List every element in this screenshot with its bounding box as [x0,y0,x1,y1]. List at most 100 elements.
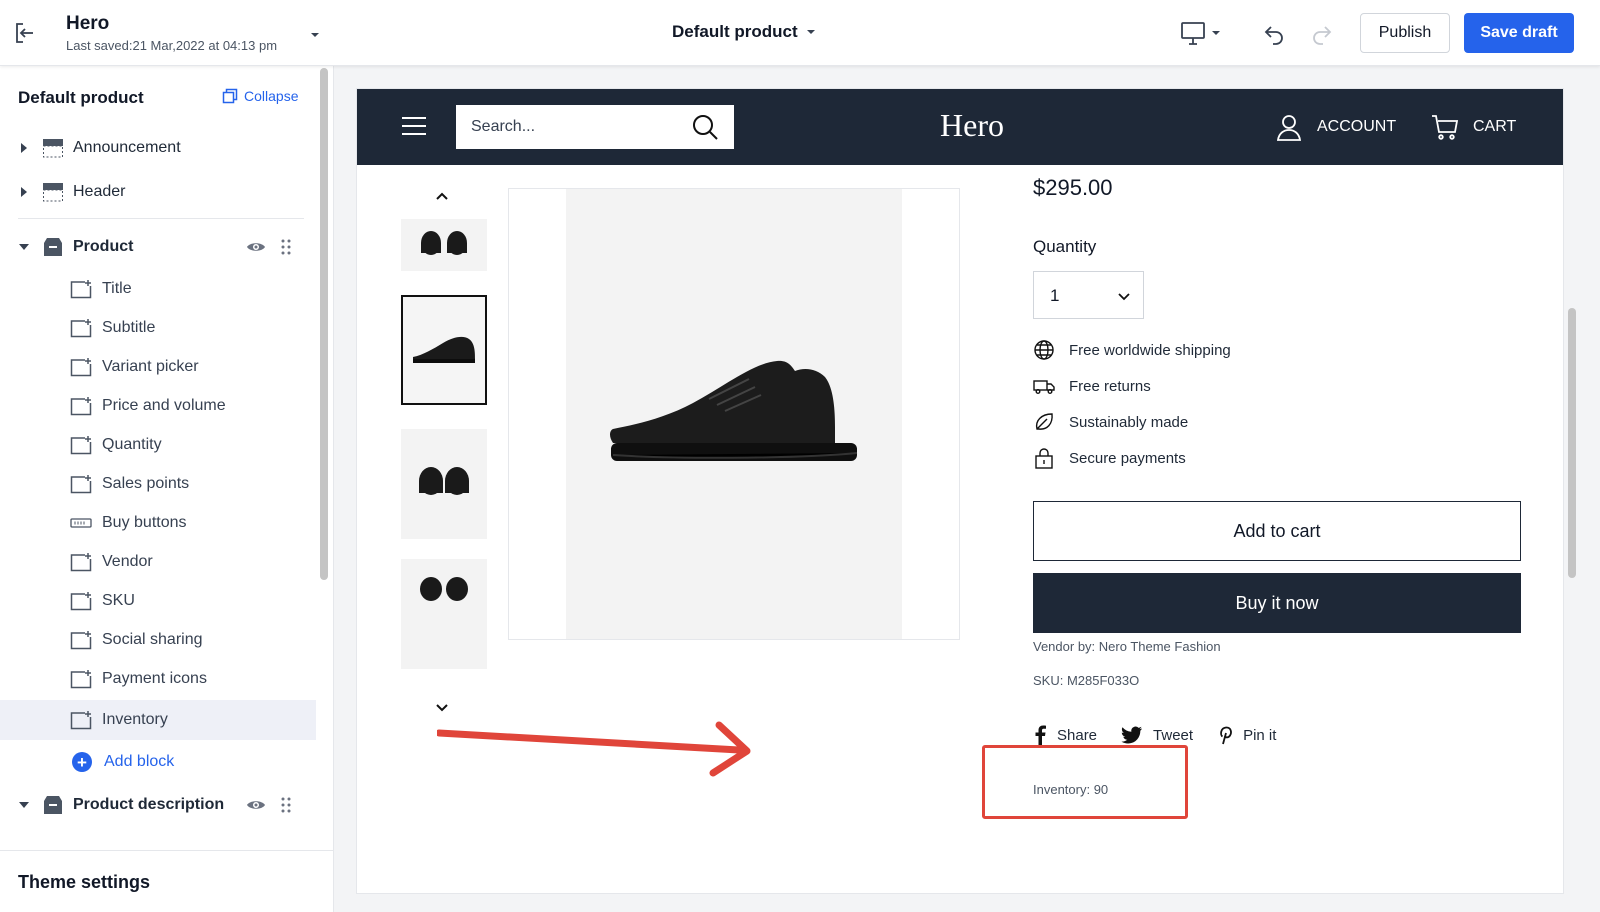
shoe-side-image [413,336,475,363]
exit-icon[interactable] [12,20,38,46]
add-to-cart-button[interactable]: Add to cart [1033,501,1521,561]
block-item-payment-icons[interactable]: Payment icons [0,659,316,699]
block-item-sku[interactable]: SKU [0,581,316,621]
divider [18,218,304,219]
section-label: Announcement [73,139,181,156]
block-item-sales-points[interactable]: Sales points [0,464,316,504]
social-sharing: Share Tweet Pin it [1033,725,1276,745]
pinterest-icon [1220,726,1232,745]
lock-icon [1035,448,1053,469]
drag-handle-icon[interactable] [280,796,292,814]
sidebar-scrollbar[interactable] [320,68,328,580]
add-block-button[interactable]: + Add block [72,752,174,772]
product-thumbnail[interactable] [401,559,487,669]
block-icon [70,319,92,338]
caret-right-icon[interactable] [18,186,30,198]
preview-scrollbar[interactable] [1568,308,1576,578]
plus-icon: + [72,752,92,772]
theme-title: Hero [66,13,110,34]
undo-icon[interactable] [1262,22,1286,46]
block-item-social-sharing[interactable]: Social sharing [0,620,316,660]
redo-icon[interactable] [1310,22,1334,46]
publish-button[interactable]: Publish [1360,13,1450,53]
sections-sidebar: Default product Collapse Announcement He… [0,66,334,912]
annotation-arrow-icon [437,721,751,777]
block-item-buy-buttons[interactable]: Buy buttons [0,503,316,543]
collapse-label: Collapse [244,88,299,104]
cart-icon [1432,115,1459,140]
product-template-select[interactable]: Default product [672,22,816,42]
eye-icon[interactable] [246,239,266,255]
desktop-view-icon[interactable] [1180,20,1228,48]
block-item-subtitle[interactable]: Subtitle [0,308,316,348]
eye-icon[interactable] [246,797,266,813]
block-label: Payment icons [102,670,207,687]
sales-point-item: Free returns [1033,375,1151,397]
account-link[interactable]: ACCOUNT [1275,113,1396,141]
block-label: Sales points [102,475,190,492]
btn-block-icon [70,518,92,528]
block-item-vendor[interactable]: Vendor [0,542,316,582]
share-pinterest-link[interactable]: Pin it [1217,725,1276,745]
chevron-down-icon[interactable] [310,30,320,40]
block-icon [70,475,92,494]
product-price: $295.00 [1033,175,1113,200]
save-draft-button[interactable]: Save draft [1464,13,1574,53]
editor-topbar: Hero Last saved:21 Mar,2022 at 04:13 pm … [0,0,1600,66]
shoe-pair-image [421,231,467,255]
block-icon [70,553,92,572]
block-item-variant-picker[interactable]: Variant picker [0,347,316,387]
block-label: Title [102,280,132,297]
drag-handle-icon[interactable] [280,238,292,256]
block-item-title[interactable]: Title [0,269,316,309]
block-icon [70,397,92,416]
sidebar-heading: Default product [18,88,144,107]
theme-settings-link[interactable]: Theme settings [18,872,150,893]
block-label: Price and volume [102,397,226,414]
thumbnail-strip [401,219,487,695]
section-product-description[interactable]: Product description [0,785,316,825]
block-icon [70,631,92,650]
product-thumbnail-selected[interactable] [401,295,487,405]
block-item-quantity[interactable]: Quantity [0,425,316,465]
cart-link[interactable]: CART [1431,113,1516,141]
caret-down-icon[interactable] [18,799,30,811]
search-icon[interactable] [691,113,719,141]
store-logo[interactable]: Hero [897,107,1047,144]
block-label: Subtitle [102,319,156,336]
tweet-label: Tweet [1153,726,1194,744]
sales-point-label: Secure payments [1069,449,1186,467]
vendor-text: Vendor by: Nero Theme Fashion [1033,639,1221,654]
product-box-icon [44,238,62,256]
facebook-icon [1035,725,1046,745]
menu-icon[interactable] [401,115,427,137]
section-header[interactable]: Header [0,172,316,212]
buy-now-button[interactable]: Buy it now [1033,573,1521,633]
globe-icon [1034,340,1054,360]
sales-point-label: Free returns [1069,377,1151,395]
product-thumbnail[interactable] [401,429,487,539]
product-select-label: Default product [672,22,798,41]
share-twitter-link[interactable]: Tweet [1121,726,1193,744]
section-label: Product [73,238,134,255]
section-label: Header [73,183,126,200]
quantity-select[interactable]: 1 [1033,271,1144,319]
product-main-image[interactable] [508,188,960,640]
product-thumbnail[interactable] [401,219,487,271]
section-product[interactable]: Product [0,227,316,267]
block-icon [70,592,92,611]
product-box-icon [44,796,62,814]
user-icon [1276,115,1302,141]
block-item-price-and-volume[interactable]: Price and volume [0,386,316,426]
share-facebook-link[interactable]: Share [1033,725,1097,745]
leaf-icon [1035,413,1053,430]
caret-down-icon[interactable] [18,241,30,253]
sales-point-item: Free worldwide shipping [1033,339,1231,361]
block-label: SKU [102,592,135,609]
collapse-button[interactable]: Collapse [222,88,298,104]
block-icon [70,358,92,377]
caret-right-icon[interactable] [18,142,30,154]
block-item-inventory[interactable]: Inventory [0,700,316,740]
section-announcement[interactable]: Announcement [0,128,316,168]
chevron-up-icon[interactable] [435,189,449,203]
